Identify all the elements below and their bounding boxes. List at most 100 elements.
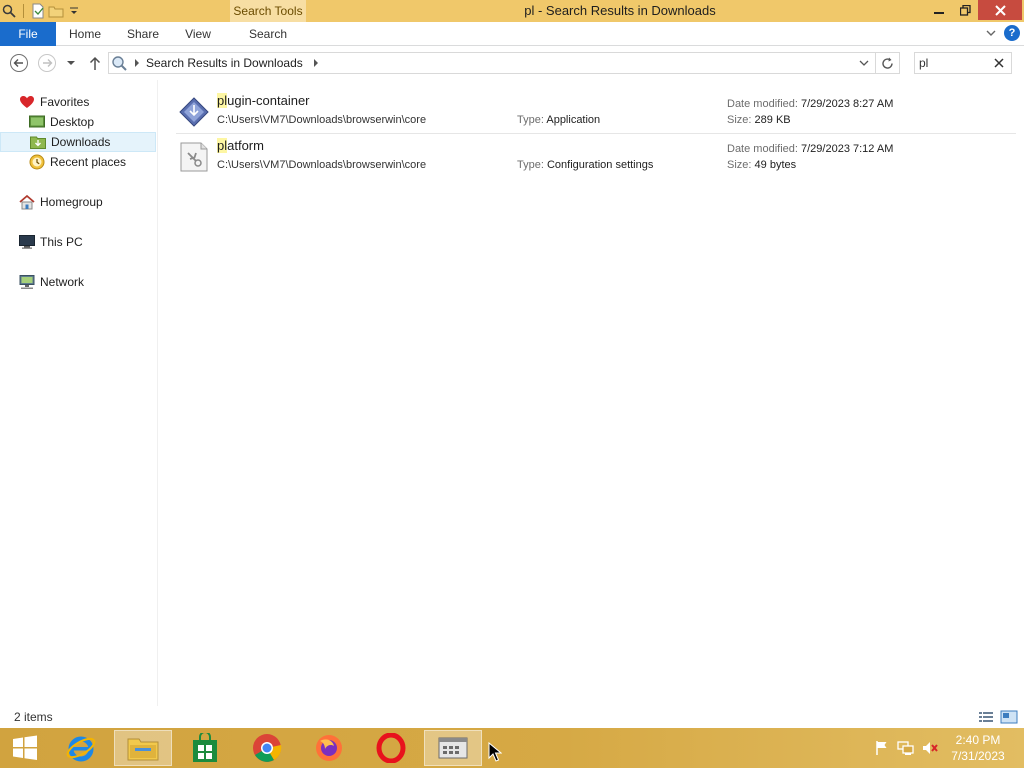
internet-explorer-icon [66,736,96,762]
file-date-modified: Date modified: 7/29/2023 7:12 AM [727,143,894,155]
refresh-button[interactable] [876,52,900,74]
tab-share[interactable]: Share [116,22,170,46]
details-view-icon[interactable] [978,709,994,725]
file-name[interactable]: plugin-container [217,93,310,108]
network-tray-icon[interactable] [896,728,916,768]
nav-item-homegroup[interactable]: Homegroup [0,192,156,212]
taskbar-chrome[interactable] [238,730,296,766]
list-item[interactable]: plugin-container C:\Users\VM7\Downloads\… [176,90,1016,134]
ribbon: File Home Share View Search ? [0,22,1024,46]
title-bar: Search Tools pl - Search Results in Down… [0,0,1024,22]
store-icon [193,733,217,762]
navigation-pane: Favorites Desktop Downloads Recent place… [0,80,158,706]
tab-search[interactable]: Search [230,22,306,46]
taskbar-opera[interactable] [362,730,420,766]
address-path[interactable]: Search Results in Downloads [146,53,303,73]
clock-time: 2:40 PM [955,733,1001,747]
taskbar-clock[interactable]: 2:40 PM 7/31/2023 [938,732,1018,764]
customize-qat-icon[interactable] [65,2,83,20]
nav-item-this-pc[interactable]: This PC [0,232,156,252]
search-box[interactable] [914,52,1012,74]
chevron-right-icon[interactable] [133,57,141,69]
search-match: pl [217,93,228,108]
file-date-modified: Date modified: 7/29/2023 8:27 AM [727,98,894,110]
mouse-cursor-icon [488,741,503,762]
taskbar-internet-explorer[interactable] [52,730,110,766]
opera-icon [376,733,406,763]
file-size: Size: 289 KB [727,114,791,126]
file-path: C:\Users\VM7\Downloads\browserwin\core [217,159,427,171]
clock-date: 7/31/2023 [951,749,1005,763]
navigation-bar: Search Results in Downloads [0,46,1024,80]
recent-places-icon [29,154,45,170]
list-item[interactable]: platform C:\Users\VM7\Downloads\browserw… [176,135,1016,179]
desktop-icon [29,114,45,130]
new-folder-icon[interactable] [47,2,65,20]
properties-icon[interactable] [29,2,47,20]
nav-item-label: Favorites [40,95,90,109]
nav-item-label: Recent places [50,155,127,169]
back-button[interactable] [9,53,29,73]
nav-item-label: Desktop [50,115,95,129]
taskbar-store[interactable] [176,730,234,766]
search-results-list: plugin-container C:\Users\VM7\Downloads\… [158,80,1024,706]
nav-item-label: Network [40,275,85,289]
file-type: Type: Configuration settings [517,159,654,171]
file-explorer-icon [127,738,159,761]
file-name-rest: atform [227,138,264,153]
forward-button[interactable] [37,53,57,73]
computer-icon [19,234,35,250]
window-title: pl - Search Results in Downloads [524,3,716,18]
nav-item-network[interactable]: Network [0,272,156,292]
search-icon[interactable] [0,2,18,20]
network-icon [19,274,35,290]
taskbar-file-explorer[interactable] [114,730,172,766]
divider [23,4,24,18]
file-size: Size: 49 bytes [727,159,797,171]
expand-ribbon-icon[interactable] [984,26,998,40]
up-button[interactable] [86,53,104,73]
address-bar[interactable]: Search Results in Downloads [108,52,876,74]
recent-locations-icon[interactable] [64,53,78,73]
nav-item-favorites[interactable]: Favorites [0,92,156,112]
tab-view[interactable]: View [172,22,224,46]
taskbar-firefox[interactable] [300,730,358,766]
config-settings-icon [178,141,210,173]
start-button[interactable] [0,730,50,766]
tab-file[interactable]: File [0,22,56,46]
volume-muted-icon[interactable] [920,728,940,768]
large-icons-view-icon[interactable] [1000,709,1018,725]
chevron-down-icon[interactable] [857,57,871,69]
close-icon[interactable] [991,55,1007,71]
action-center-flag-icon[interactable] [872,728,892,768]
search-results-icon [111,55,129,71]
close-button[interactable] [978,0,1022,20]
nav-item-label: This PC [40,235,83,249]
nav-item-label: Downloads [51,135,111,149]
nav-item-recent-places[interactable]: Recent places [0,152,156,172]
firefox-icon [316,735,342,761]
nav-item-desktop[interactable]: Desktop [0,112,156,132]
file-name[interactable]: platform [217,138,264,153]
taskbar: 2:40 PM 7/31/2023 [0,728,1024,768]
search-input[interactable] [919,55,989,71]
minimize-button[interactable] [926,0,952,20]
tab-home[interactable]: Home [56,22,114,46]
file-name-rest: ugin-container [227,93,310,108]
search-tools-contextual-tab: Search Tools [230,0,306,22]
file-path: C:\Users\VM7\Downloads\browserwin\core [217,114,427,126]
homegroup-icon [19,194,35,210]
heart-icon [19,94,35,110]
search-match: pl [217,138,228,153]
restore-button[interactable] [952,0,978,20]
nav-item-downloads[interactable]: Downloads [0,132,156,152]
chevron-right-icon[interactable] [312,57,320,69]
taskbar-app-window[interactable] [424,730,482,766]
application-icon [178,96,210,128]
app-window-icon [438,737,468,759]
status-bar: 2 items [0,706,1024,728]
help-icon[interactable]: ? [1004,25,1020,41]
quick-access-toolbar [0,0,83,22]
file-type: Type: Application [517,114,601,126]
nav-item-label: Homegroup [40,195,103,209]
